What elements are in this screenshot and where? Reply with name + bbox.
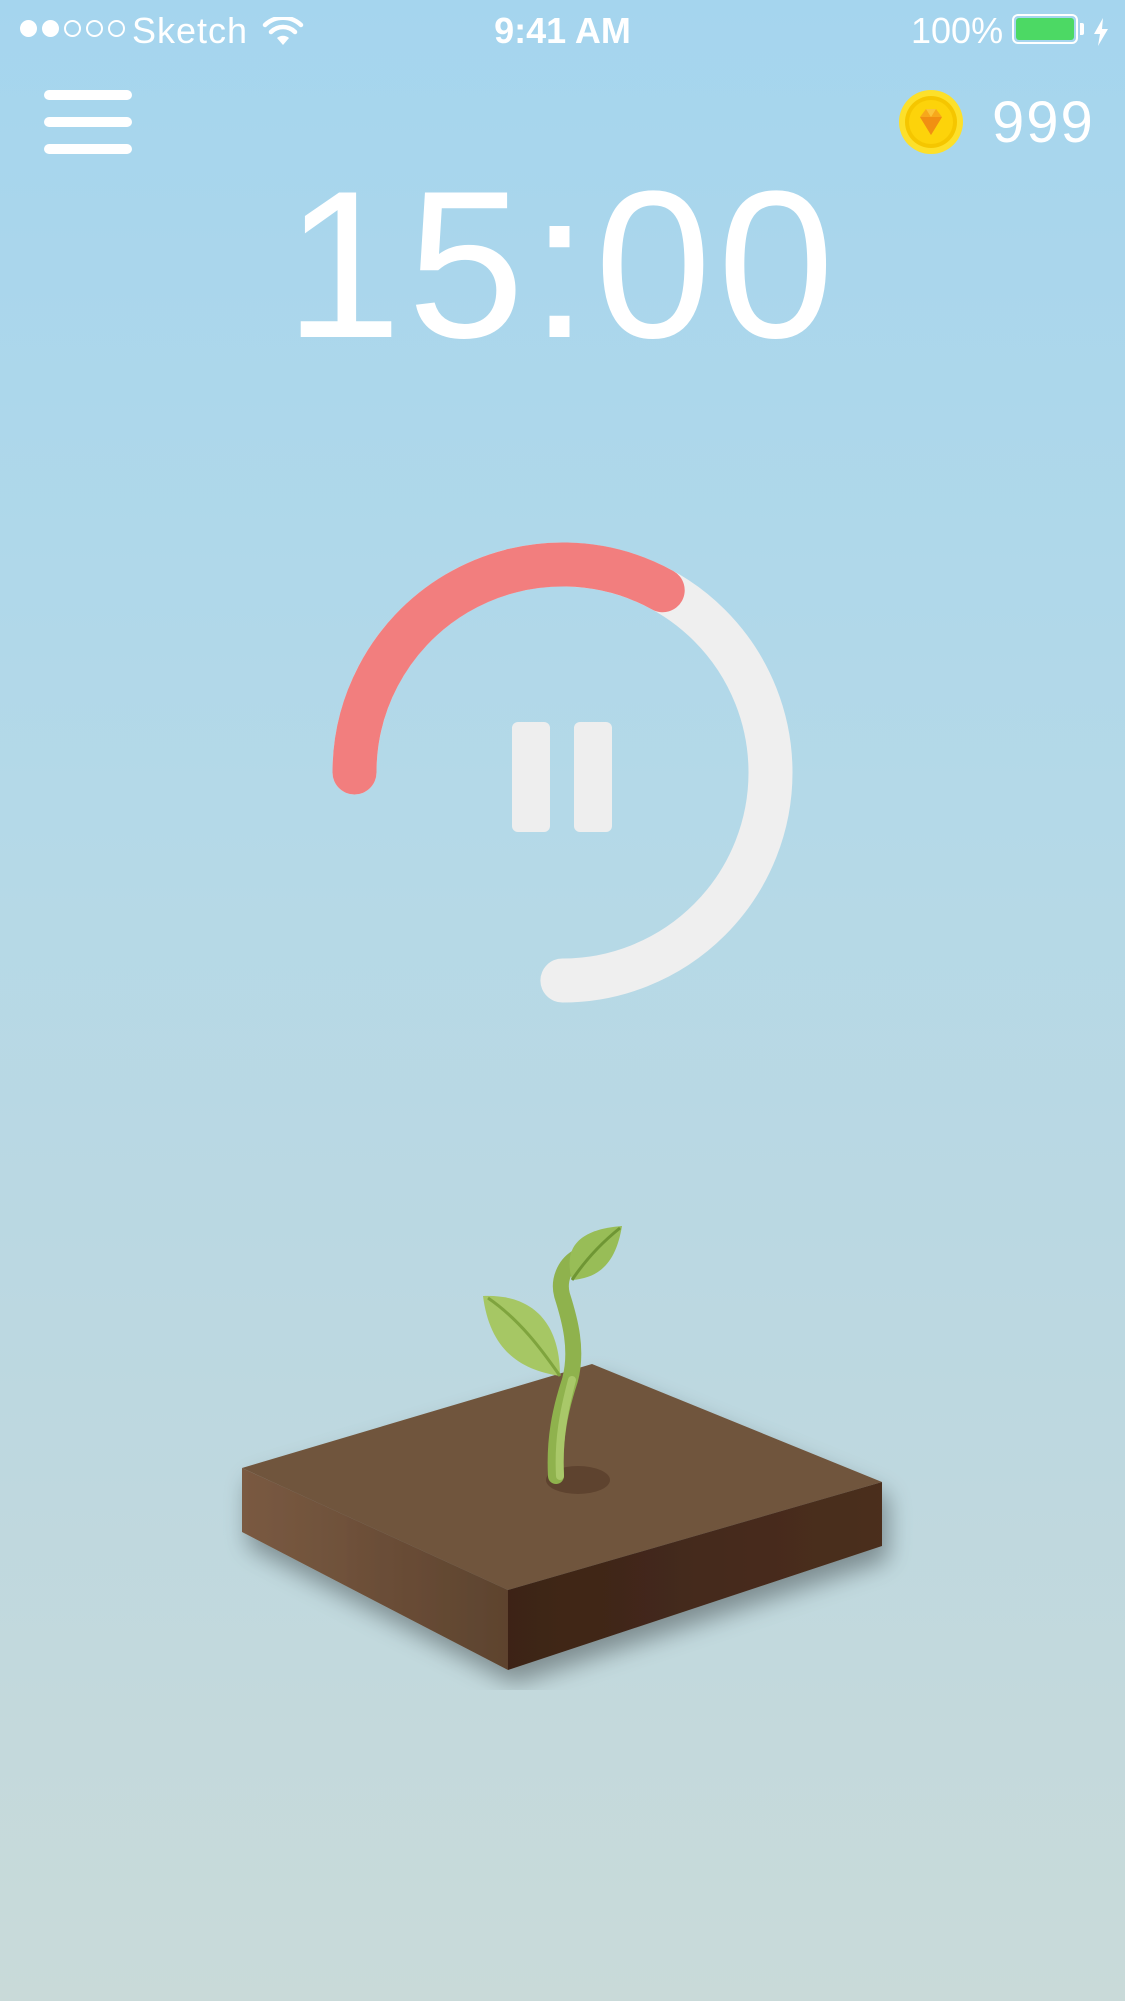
- coin-count: 999: [992, 89, 1095, 155]
- menu-button[interactable]: [44, 88, 132, 156]
- battery-cap: [1080, 23, 1084, 35]
- sapling-on-soil-illustration: [242, 1226, 882, 1670]
- timer-display: 15:00: [284, 147, 841, 382]
- coin-balance[interactable]: 999: [898, 88, 1095, 156]
- gold-coin-icon: [899, 90, 963, 154]
- progress-arc: [332, 542, 685, 795]
- status-bar: Sketch 9:41 AM 100%: [0, 0, 1125, 60]
- battery-percent: 100%: [911, 10, 1004, 51]
- charging-bolt-icon: [1092, 14, 1110, 56]
- pause-button[interactable]: [512, 722, 612, 832]
- battery-icon: [1012, 14, 1078, 44]
